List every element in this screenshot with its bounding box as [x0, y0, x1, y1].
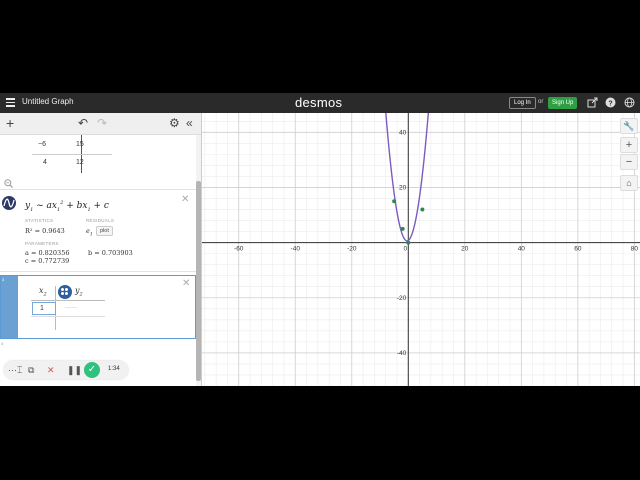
wrench-icon[interactable]: 🔧	[620, 118, 638, 134]
table-header-x[interactable]: x2	[39, 286, 47, 298]
table-expression-2[interactable]: 3 ✕ x2 y2 1 ——	[0, 275, 196, 339]
y-tick-label: 40	[399, 129, 407, 136]
redo-icon[interactable]: ↷	[97, 116, 107, 130]
parameters-label: PARAMETERS	[25, 241, 59, 246]
graph-title[interactable]: Untitled Graph	[22, 97, 74, 106]
residuals-label: RESIDUALS	[86, 218, 115, 223]
expression-panel: + ↶ ↷ ⚙ « −6 15 4 12 ✕ y1 ~ ax12 + bx1 +…	[0, 113, 202, 386]
graph-canvas[interactable]: -60 -40 -20 0 20 40 60 80 40 20 -20 -40	[202, 113, 640, 386]
expression-tab[interactable]: 3	[1, 276, 18, 338]
table-cell-placeholder[interactable]: ——	[65, 305, 77, 311]
login-button[interactable]: Log In	[509, 97, 536, 109]
video-controls: ⋯ ⌶ ⧉ ✕ ❚❚ ✓ 1:34	[4, 361, 128, 379]
residual-variable: e1	[86, 227, 93, 238]
close-icon[interactable]: ✕	[47, 364, 55, 376]
regression-formula[interactable]: y1 ~ ax12 + bx1 + c	[25, 200, 109, 213]
table-cell[interactable]: 15	[76, 141, 84, 148]
table-color-icon[interactable]	[58, 285, 72, 299]
plot-residuals-button[interactable]: plot	[96, 226, 113, 236]
recording-time: 1:34	[108, 366, 120, 372]
home-icon[interactable]: ⌂	[620, 175, 638, 191]
svg-text:?: ?	[608, 100, 612, 107]
table-cell-input[interactable]: 1	[32, 302, 56, 315]
expression-number: 3	[2, 277, 5, 282]
x-tick-label: 80	[631, 246, 639, 253]
y-tick-label: 20	[399, 184, 407, 191]
table-header-divider	[31, 300, 105, 301]
expression-number: 4	[1, 341, 4, 346]
screen-icon[interactable]: ⧉	[28, 364, 34, 376]
add-expression-icon[interactable]: +	[6, 116, 14, 130]
y-tick-label: -20	[397, 295, 407, 302]
graph-paper[interactable]: -60 -40 -20 0 20 40 60 80 40 20 -20 -40	[202, 113, 640, 386]
globe-icon[interactable]	[624, 97, 635, 108]
or-text: or	[538, 99, 544, 105]
scrollbar-thumb[interactable]	[196, 181, 201, 381]
expression-list[interactable]: −6 15 4 12 ✕ y1 ~ ax12 + bx1 + c STATIST…	[0, 135, 196, 386]
table-row-divider	[32, 154, 112, 155]
signup-button[interactable]: Sign Up	[548, 97, 578, 109]
table-cell[interactable]: 4	[43, 159, 47, 166]
table-cell[interactable]: 12	[76, 159, 84, 166]
table-cell[interactable]: −6	[38, 141, 46, 148]
data-point	[406, 240, 411, 245]
table-header-y[interactable]: y2	[75, 286, 83, 298]
r-squared-value: R² = 0.9643	[25, 227, 65, 235]
settings-gear-icon[interactable]: ⚙	[169, 116, 180, 130]
statistics-label: STATISTICS	[25, 218, 54, 223]
param-c-value: c = 0.772739	[25, 257, 70, 265]
help-icon[interactable]: ?	[605, 97, 616, 108]
table-row-divider	[31, 316, 105, 317]
share-icon[interactable]	[587, 97, 598, 108]
x-tick-label: -60	[234, 246, 244, 253]
param-a-value: a = 0.820356	[25, 249, 70, 257]
delete-table-icon[interactable]: ✕	[182, 278, 190, 289]
desmos-app: Untitled Graph desmos Log In or Sign Up …	[0, 93, 640, 386]
cursor-icon[interactable]: ⌶	[17, 364, 22, 376]
checkmark-icon[interactable]: ✓	[84, 362, 100, 378]
regression-icon[interactable]	[2, 196, 16, 210]
y-tick-label: -40	[397, 350, 407, 357]
data-table-1: −6 15 4 12	[22, 135, 182, 173]
zoom-in-icon[interactable]: +	[620, 137, 638, 153]
x-tick-label: 0	[403, 246, 407, 253]
desmos-logo: desmos	[295, 95, 343, 110]
regression-expression[interactable]: ✕ y1 ~ ax12 + bx1 + c STATISTICS R² = 0.…	[0, 189, 196, 272]
param-b-value: b = 0.703903	[88, 249, 133, 257]
x-tick-label: 20	[461, 246, 469, 253]
x-tick-label: 60	[574, 246, 582, 253]
top-header: Untitled Graph desmos Log In or Sign Up …	[0, 93, 640, 113]
data-point	[420, 207, 425, 212]
zoom-out-icon[interactable]: −	[620, 154, 638, 170]
x-tick-label: 40	[518, 246, 526, 253]
more-icon[interactable]: ⋯	[8, 364, 17, 376]
expression-toolbar: + ↶ ↷ ⚙ «	[0, 113, 201, 135]
pause-icon[interactable]: ❚❚	[67, 364, 82, 376]
data-point	[392, 199, 397, 204]
x-tick-label: -40	[291, 246, 301, 253]
data-point	[400, 226, 405, 231]
collapse-panel-icon[interactable]: «	[186, 116, 193, 130]
x-tick-label: -20	[347, 246, 357, 253]
undo-icon[interactable]: ↶	[78, 116, 88, 130]
hamburger-menu-icon[interactable]	[6, 98, 15, 107]
delete-expression-icon[interactable]: ✕	[181, 194, 189, 205]
